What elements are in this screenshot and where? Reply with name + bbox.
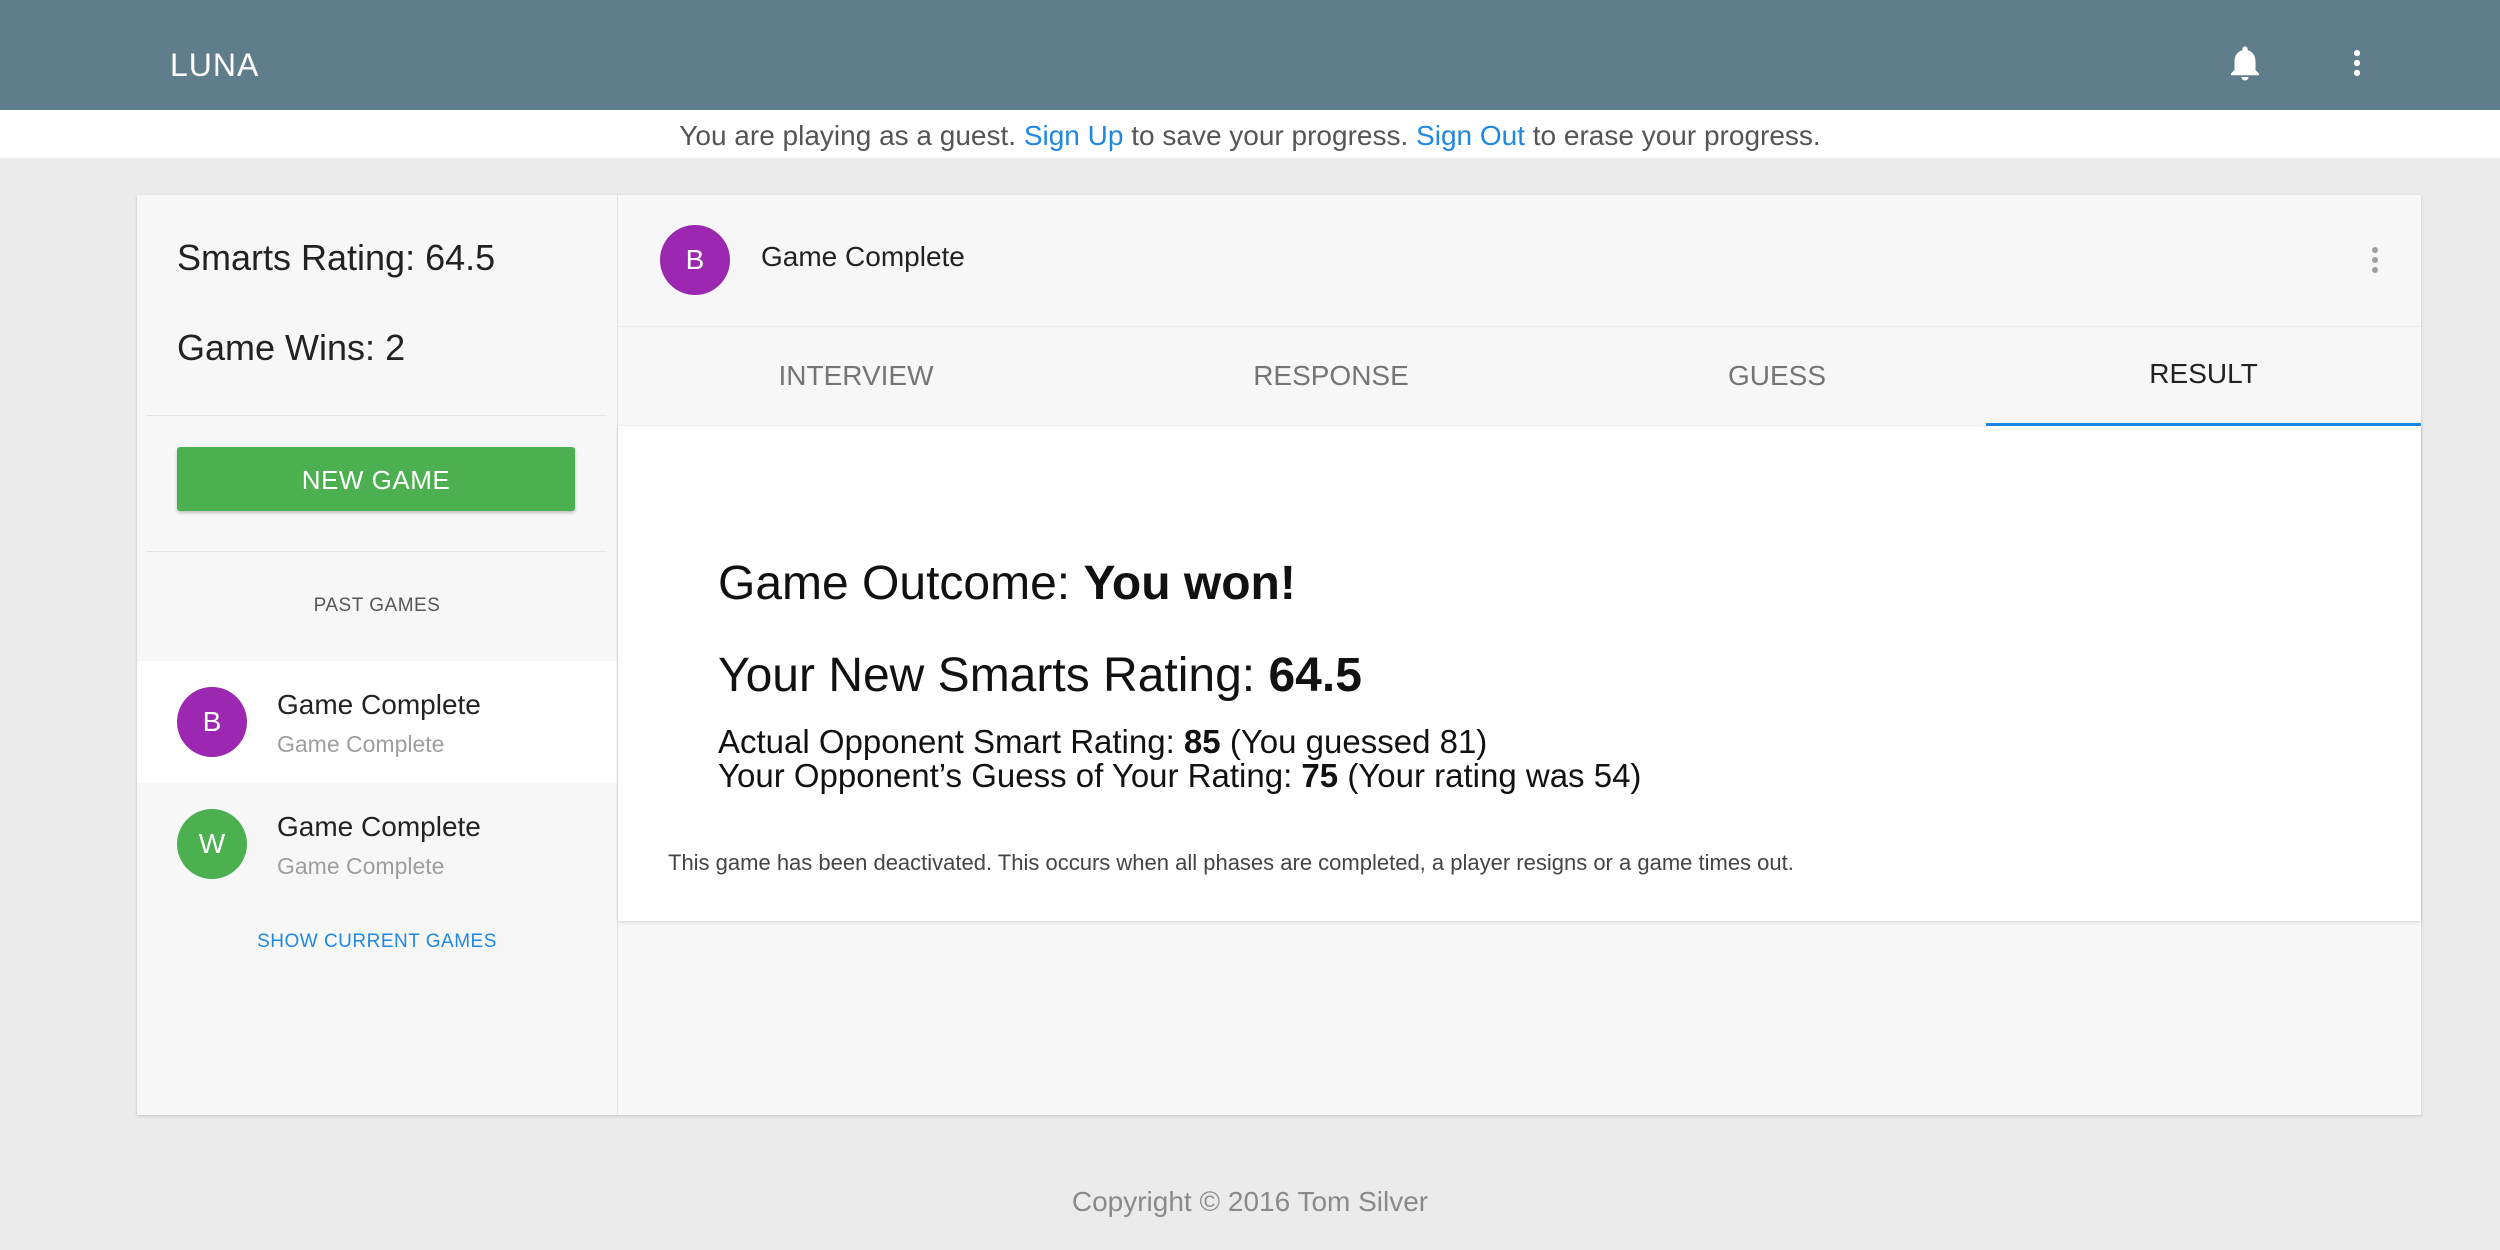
game-wins: Game Wins: 2: [177, 327, 405, 369]
app-bar: LUNA: [0, 0, 2500, 110]
sign-out-link[interactable]: Sign Out: [1416, 120, 1525, 151]
new-game-button[interactable]: NEW GAME: [177, 447, 575, 511]
tab-result[interactable]: RESULT: [1986, 327, 2421, 427]
opponent-rating-label: Actual Opponent Smart Rating:: [718, 723, 1175, 760]
opponent-guess-value: 75: [1301, 757, 1339, 794]
show-current-games-link[interactable]: SHOW CURRENT GAMES: [137, 931, 617, 953]
banner-text: to save your progress.: [1131, 120, 1409, 151]
past-game-item[interactable]: W Game Complete Game Complete: [137, 783, 617, 905]
game-outcome: Game Outcome: You won!: [718, 556, 1296, 611]
sign-up-link[interactable]: Sign Up: [1024, 120, 1124, 151]
smarts-rating-label: Smarts Rating:: [177, 237, 416, 278]
new-rating-value: 64.5: [1268, 649, 1362, 702]
new-smarts-rating: Your New Smarts Rating: 64.5: [718, 648, 1362, 703]
tab-interview[interactable]: INTERVIEW: [618, 327, 1094, 427]
more-vert-icon[interactable]: [2368, 245, 2382, 275]
bell-icon[interactable]: [2224, 40, 2266, 86]
result-panel: Game Outcome: You won! Your New Smarts R…: [618, 426, 2421, 921]
game-wins-value: 2: [385, 327, 406, 368]
opponent-rating: Actual Opponent Smart Rating: 85 (You gu…: [718, 723, 1487, 761]
divider: [147, 415, 607, 416]
divider: [147, 551, 607, 552]
sidebar: Smarts Rating: 64.5 Game Wins: 2 NEW GAM…: [137, 195, 618, 1115]
past-game-subtitle: Game Complete: [277, 731, 445, 757]
smarts-rating: Smarts Rating: 64.5: [177, 237, 495, 279]
avatar: B: [660, 225, 730, 295]
past-game-title: Game Complete: [277, 811, 481, 842]
opponent-rating-note: (You guessed 81): [1229, 723, 1488, 760]
main-card: Smarts Rating: 64.5 Game Wins: 2 NEW GAM…: [137, 195, 2421, 1115]
opponent-rating-value: 85: [1183, 723, 1221, 760]
banner-text: to erase your progress.: [1532, 120, 1821, 151]
past-games-title: PAST GAMES: [313, 595, 441, 616]
past-game-title: Game Complete: [277, 689, 481, 720]
past-game-subtitle: Game Complete: [277, 853, 445, 879]
game-content: B Game Complete INTERVIEW RESPONSE GUESS…: [618, 195, 2421, 1115]
opponent-guess-label: Your Opponent’s Guess of Your Rating:: [718, 757, 1293, 794]
new-rating-label: Your New Smarts Rating:: [718, 649, 1256, 702]
opponent-guess-note: (Your rating was 54): [1347, 757, 1642, 794]
tab-guess[interactable]: GUESS: [1568, 327, 1986, 427]
app-title[interactable]: LUNA: [170, 0, 259, 110]
outcome-value: You won!: [1083, 557, 1296, 610]
outcome-label: Game Outcome:: [718, 557, 1071, 610]
game-wins-label: Game Wins:: [177, 327, 376, 368]
banner-text: You are playing as a guest.: [679, 120, 1017, 151]
game-header: B Game Complete: [618, 195, 2421, 325]
guest-banner: You are playing as a guest. Sign Up to s…: [0, 110, 2500, 158]
opponent-guess: Your Opponent’s Guess of Your Rating: 75…: [718, 757, 1641, 795]
avatar: W: [177, 809, 247, 879]
smarts-rating-value: 64.5: [425, 237, 496, 278]
tab-response[interactable]: RESPONSE: [1094, 327, 1568, 427]
past-game-item[interactable]: B Game Complete Game Complete: [137, 661, 617, 783]
avatar: B: [177, 687, 247, 757]
game-tabs: INTERVIEW RESPONSE GUESS RESULT: [618, 326, 2421, 427]
game-title: Game Complete: [761, 241, 965, 272]
more-vert-icon[interactable]: [2340, 40, 2374, 86]
deactivated-note: This game has been deactivated. This occ…: [668, 850, 1794, 875]
footer-copyright: Copyright © 2016 Tom Silver: [1071, 1186, 1429, 1217]
